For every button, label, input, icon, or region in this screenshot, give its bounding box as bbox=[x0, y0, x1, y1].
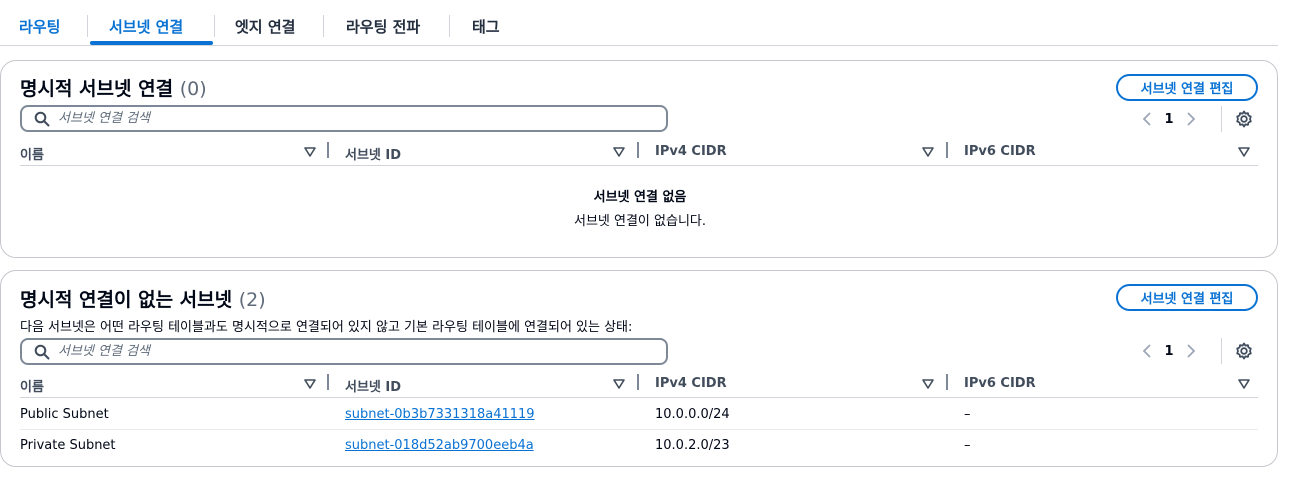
subnet-name: Public Subnet bbox=[20, 407, 109, 422]
column-divider[interactable] bbox=[946, 142, 948, 158]
panel-title-text: 명시적 연결이 없는 서브넷 bbox=[20, 289, 233, 311]
tab-divider bbox=[323, 15, 324, 37]
panel-count: (0) bbox=[179, 78, 207, 100]
ipv4-cidr: 10.0.0.0/24 bbox=[655, 407, 730, 422]
column-header-name[interactable]: 이름 bbox=[20, 144, 44, 163]
explicit-subnet-associations-panel: 명시적 서브넷 연결 (0) 서브넷 연결 편집 1 이름 서브넷 ID IPv… bbox=[0, 60, 1278, 258]
table-row[interactable]: Public Subnet subnet-0b3b7331318a41119 1… bbox=[20, 399, 1258, 430]
tab-bar: 라우팅 서브넷 연결 엣지 연결 라우팅 전파 태그 bbox=[0, 0, 1278, 46]
search-field[interactable] bbox=[20, 105, 668, 132]
empty-state-title: 서브넷 연결 없음 bbox=[593, 190, 687, 205]
ipv6-cidr: – bbox=[964, 407, 971, 422]
gear-icon[interactable] bbox=[1234, 341, 1254, 361]
column-header-ipv6-cidr[interactable]: IPv6 CIDR bbox=[964, 376, 1036, 391]
column-divider[interactable] bbox=[327, 374, 329, 390]
column-header-ipv6-cidr[interactable]: IPv6 CIDR bbox=[964, 144, 1036, 159]
panel-description: 다음 서브넷은 어떤 라우팅 테이블과도 명시적으로 연결되어 있지 않고 기본… bbox=[20, 320, 633, 335]
subnet-id-link[interactable]: subnet-018d52ab9700eeb4a bbox=[345, 438, 534, 453]
edit-subnet-associations-button[interactable]: 서브넷 연결 편집 bbox=[1116, 74, 1258, 101]
column-header-subnet-id[interactable]: 서브넷 ID bbox=[345, 376, 401, 395]
sort-down-icon[interactable] bbox=[613, 146, 625, 158]
column-divider[interactable] bbox=[946, 374, 948, 390]
sort-down-icon[interactable] bbox=[304, 378, 316, 390]
ipv4-cidr: 10.0.2.0/23 bbox=[655, 438, 730, 453]
pager-divider bbox=[1221, 106, 1222, 132]
tab-divider bbox=[87, 15, 88, 37]
search-input[interactable] bbox=[58, 111, 638, 126]
panel-title: 명시적 연결이 없는 서브넷 (2) bbox=[20, 285, 266, 312]
table-header: 이름 서브넷 ID IPv4 CIDR IPv6 CIDR bbox=[20, 140, 1258, 166]
sort-down-icon[interactable] bbox=[922, 146, 934, 158]
page-number[interactable]: 1 bbox=[1157, 112, 1181, 127]
tab-divider bbox=[449, 15, 450, 37]
column-header-name[interactable]: 이름 bbox=[20, 376, 44, 395]
empty-state-text: 서브넷 연결이 없습니다. bbox=[574, 214, 706, 229]
column-divider[interactable] bbox=[637, 374, 639, 390]
pager-divider bbox=[1221, 338, 1222, 364]
tab-route-propagation[interactable]: 라우팅 전파 bbox=[346, 16, 420, 37]
panel-count: (2) bbox=[238, 289, 266, 311]
panel-title-text: 명시적 서브넷 연결 bbox=[20, 78, 174, 100]
chevron-left-icon[interactable] bbox=[1137, 109, 1157, 129]
page-number[interactable]: 1 bbox=[1157, 344, 1181, 359]
table-row[interactable]: Private Subnet subnet-018d52ab9700eeb4a … bbox=[20, 430, 1258, 461]
subnets-without-explicit-associations-panel: 명시적 연결이 없는 서브넷 (2) 다음 서브넷은 어떤 라우팅 테이블과도 … bbox=[0, 270, 1278, 467]
sort-down-icon[interactable] bbox=[613, 378, 625, 390]
sort-down-icon[interactable] bbox=[922, 378, 934, 390]
subnet-id-link[interactable]: subnet-0b3b7331318a41119 bbox=[345, 407, 535, 422]
subnet-name: Private Subnet bbox=[20, 438, 116, 453]
sort-down-icon[interactable] bbox=[1238, 378, 1250, 390]
column-header-ipv4-cidr[interactable]: IPv4 CIDR bbox=[655, 376, 727, 391]
search-field[interactable] bbox=[20, 338, 668, 365]
chevron-right-icon[interactable] bbox=[1181, 341, 1201, 361]
column-header-subnet-id[interactable]: 서브넷 ID bbox=[345, 144, 401, 163]
search-icon bbox=[34, 344, 50, 359]
ipv6-cidr: – bbox=[964, 438, 971, 453]
gear-icon[interactable] bbox=[1234, 109, 1254, 129]
pagination: 1 bbox=[1137, 107, 1201, 131]
tab-routing[interactable]: 라우팅 bbox=[19, 16, 60, 37]
column-divider[interactable] bbox=[637, 142, 639, 158]
tab-divider bbox=[214, 15, 215, 37]
tab-edge-associations[interactable]: 엣지 연결 bbox=[235, 16, 295, 37]
column-divider[interactable] bbox=[327, 142, 329, 158]
sort-down-icon[interactable] bbox=[1238, 146, 1250, 158]
table-header: 이름 서브넷 ID IPv4 CIDR IPv6 CIDR bbox=[20, 372, 1258, 398]
column-header-ipv4-cidr[interactable]: IPv4 CIDR bbox=[655, 144, 727, 159]
chevron-left-icon[interactable] bbox=[1137, 341, 1157, 361]
panel-title: 명시적 서브넷 연결 (0) bbox=[20, 74, 207, 101]
edit-subnet-associations-button[interactable]: 서브넷 연결 편집 bbox=[1116, 284, 1258, 311]
search-icon bbox=[34, 111, 50, 126]
pagination: 1 bbox=[1137, 339, 1201, 363]
active-tab-indicator bbox=[90, 41, 213, 45]
tab-tags[interactable]: 태그 bbox=[472, 16, 500, 37]
sort-down-icon[interactable] bbox=[304, 146, 316, 158]
chevron-right-icon[interactable] bbox=[1181, 109, 1201, 129]
tab-subnet-associations[interactable]: 서브넷 연결 bbox=[109, 16, 183, 37]
search-input[interactable] bbox=[58, 344, 638, 359]
